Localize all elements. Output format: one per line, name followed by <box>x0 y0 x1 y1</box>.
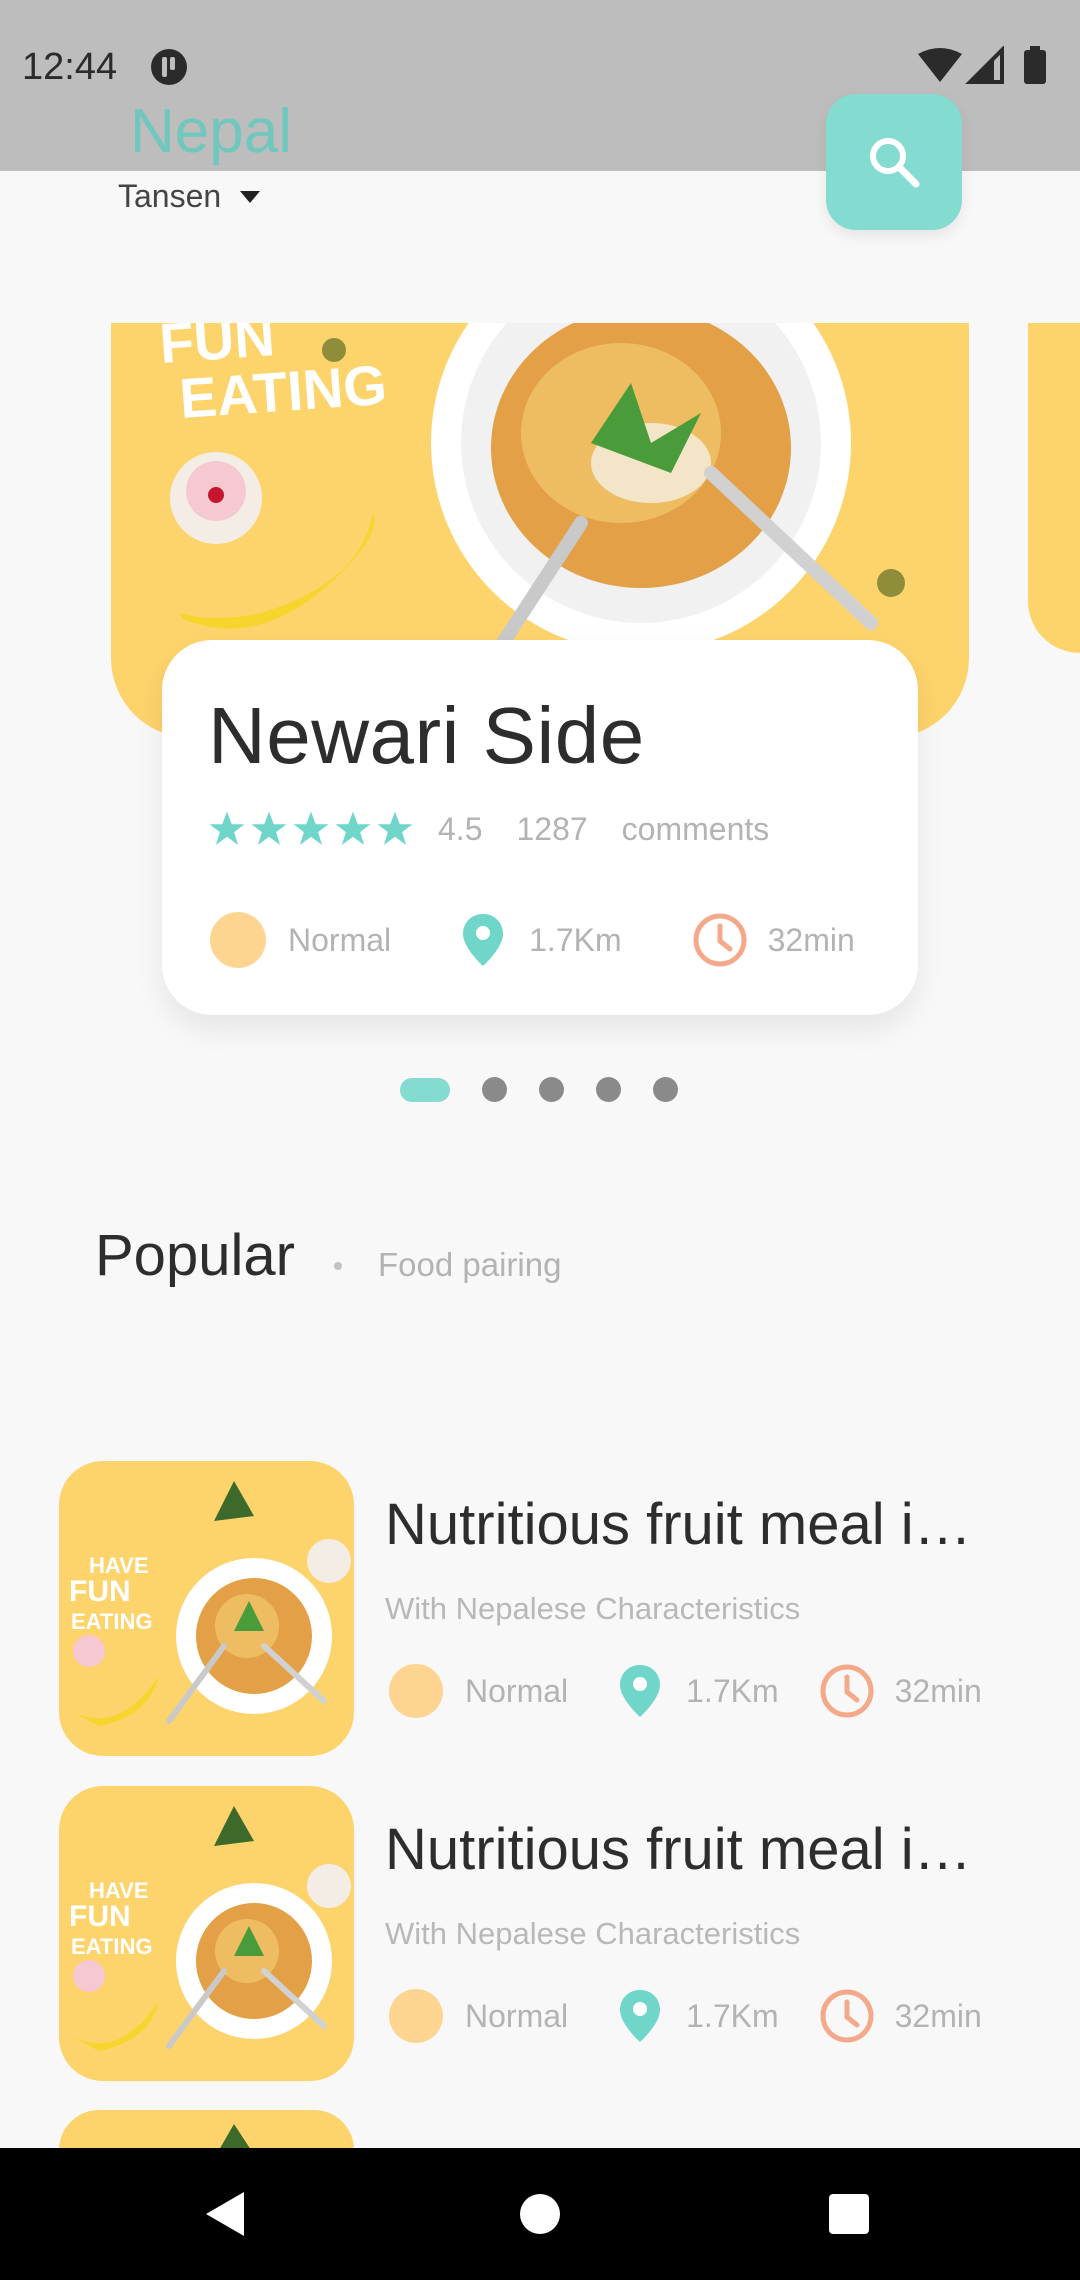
list-item[interactable]: HAVE FUN EATING Nutritious fruit meal i…… <box>59 1461 1049 1757</box>
comment-count: 1287 <box>516 810 588 847</box>
location-pin-icon <box>463 914 504 966</box>
list-item-partial[interactable] <box>59 2110 354 2150</box>
distance-label: 1.7Km <box>529 921 622 958</box>
time-label: 32min <box>767 921 855 958</box>
star-icon <box>251 811 287 845</box>
food-thumbnail-illustration: HAVE FUN EATING <box>69 1481 351 1726</box>
carousel-pager <box>400 1077 678 1102</box>
distance-label: 1.7Km <box>686 1997 779 2034</box>
distance-label: 1.7Km <box>686 1672 779 1709</box>
item-title: Nutritious fruit meal i… <box>385 1492 972 1557</box>
home-icon[interactable] <box>520 2194 560 2234</box>
comment-label: comments <box>621 810 770 847</box>
item-thumbnail: HAVE FUN EATING <box>59 1786 354 2081</box>
rating-value: 4.5 <box>438 810 483 847</box>
level-dot-icon <box>389 1664 443 1718</box>
star-icon <box>293 811 329 845</box>
search-button[interactable] <box>826 94 962 230</box>
hero-meta: Normal 1.7Km 32min <box>210 912 855 968</box>
pager-dot[interactable] <box>482 1077 507 1102</box>
clock-icon <box>693 913 747 967</box>
level-label: Normal <box>288 921 392 958</box>
back-icon[interactable] <box>204 2190 248 2238</box>
pager-dot-active[interactable] <box>400 1077 450 1102</box>
location-label: Tansen <box>118 178 222 214</box>
star-icon <box>377 811 413 845</box>
star-icon <box>335 811 371 845</box>
clock-icon <box>820 1664 874 1718</box>
list-item[interactable]: HAVE FUN EATING Nutritious fruit meal i…… <box>59 1786 1049 2082</box>
location-selector[interactable]: Tansen <box>118 178 261 215</box>
item-thumbnail: HAVE FUN EATING <box>59 1461 354 1756</box>
level-label: Normal <box>465 1997 569 2034</box>
item-title: Nutritious fruit meal i… <box>385 1817 972 1882</box>
pager-dot[interactable] <box>596 1077 621 1102</box>
caret-down-icon <box>240 190 261 203</box>
item-meta: Normal 1.7Km 32min <box>389 1988 982 2044</box>
time-label: 32min <box>894 1672 982 1709</box>
brand-title: Nepal <box>130 97 292 166</box>
pager-dot[interactable] <box>653 1077 678 1102</box>
next-card-peek[interactable] <box>1028 323 1080 653</box>
app-notification-icon <box>151 49 187 85</box>
system-nav-bar <box>0 2148 1080 2280</box>
pager-dot[interactable] <box>539 1077 564 1102</box>
star-rating <box>208 810 414 848</box>
clock-icon <box>820 1989 874 2043</box>
svg-text:FUN: FUN <box>69 1575 131 1608</box>
hero-rating: 4.5 1287 comments <box>208 810 769 848</box>
level-dot-icon <box>210 912 266 968</box>
location-pin-icon <box>620 1665 661 1717</box>
level-dot-icon <box>389 1989 443 2043</box>
food-thumbnail-illustration: HAVE FUN EATING <box>69 1806 351 2051</box>
image-text-eating: EATING <box>177 353 388 430</box>
svg-text:EATING: EATING <box>71 1609 152 1634</box>
item-subtitle: With Nepalese Characteristics <box>385 1916 801 1951</box>
hero-title: Newari Side <box>208 691 645 780</box>
item-meta: Normal 1.7Km 32min <box>389 1663 982 1719</box>
svg-text:EATING: EATING <box>71 1934 152 1959</box>
hero-card[interactable]: Newari Side 4.5 1287 comments Normal 1.7… <box>162 640 918 1015</box>
status-time: 12:44 <box>22 46 118 88</box>
time-label: 32min <box>894 1997 982 2034</box>
system-status-icons <box>918 46 1046 84</box>
section-subtitle[interactable]: Food pairing <box>378 1246 561 1284</box>
leaf-icon <box>219 2124 251 2150</box>
section-title: Popular <box>95 1223 295 1288</box>
section-separator-dot <box>334 1262 342 1270</box>
location-pin-icon <box>620 1990 661 2042</box>
search-icon <box>870 138 920 188</box>
svg-text:FUN: FUN <box>69 1900 131 1933</box>
recent-apps-icon[interactable] <box>829 2194 869 2234</box>
level-label: Normal <box>465 1672 569 1709</box>
star-icon <box>209 811 245 845</box>
item-subtitle: With Nepalese Characteristics <box>385 1591 801 1626</box>
